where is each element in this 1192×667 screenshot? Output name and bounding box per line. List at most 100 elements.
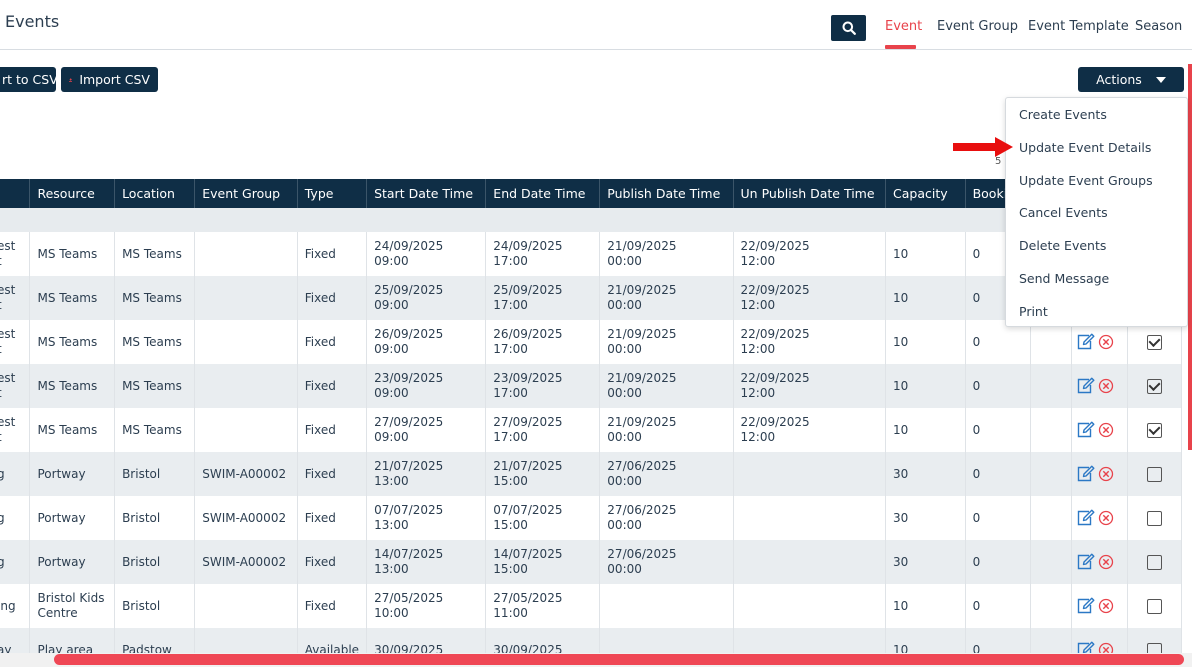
menu-item-print[interactable]: Print — [1019, 304, 1048, 319]
col-end-date-time-cell: 27/09/2025 17:00 — [485, 408, 601, 452]
search-button[interactable] — [831, 15, 866, 41]
col-capacity-header[interactable]: Capacity — [885, 179, 966, 208]
col-extra-cell — [1030, 408, 1072, 452]
edit-icon[interactable] — [1076, 421, 1095, 439]
top-bar: Events Event Event Group Event Template … — [0, 0, 1192, 50]
col-end-date-time-header[interactable]: End Date Time — [485, 179, 601, 208]
cancel-icon[interactable] — [1098, 510, 1114, 526]
col-start-date-time-line: 14/07/2025 — [374, 547, 444, 561]
cancel-icon[interactable] — [1098, 334, 1114, 350]
col-publish-date-time-header[interactable]: Publish Date Time — [599, 179, 734, 208]
col-unpublish-date-time-header[interactable]: Un Publish Date Time — [733, 179, 887, 208]
col-publish-date-time-line: 00:00 — [607, 342, 642, 356]
col-bookings-cell: 0 — [965, 496, 1032, 540]
col-capacity-cell: 10 — [885, 276, 966, 320]
export-csv-button[interactable]: rt to CSV — [0, 67, 58, 92]
col-location-header[interactable]: Location — [114, 179, 196, 208]
col-end-date-time-line: 17:00 — [493, 386, 528, 400]
col-publish-date-time-cell: 21/09/2025 00:00 — [599, 320, 734, 364]
edit-icon[interactable] — [1076, 465, 1095, 483]
tab-event-template[interactable]: Event Template — [1028, 19, 1129, 34]
row-select-checkbox[interactable] — [1147, 334, 1163, 350]
menu-item-update-event-details[interactable]: Update Event Details — [1019, 140, 1151, 155]
col-unpublish-date-time-cell: 22/09/2025 12:00 — [733, 320, 887, 364]
col-resource-header[interactable]: Resource — [29, 179, 116, 208]
col-resource-cell: MS Teams — [29, 320, 116, 364]
col-end-date-time-line: 07/07/2025 — [493, 503, 563, 517]
col-end-date-time-line: 17:00 — [493, 430, 528, 444]
cancel-icon[interactable] — [1098, 466, 1114, 482]
col-name-line: t — [0, 254, 22, 269]
col-capacity-cell: 10 — [885, 232, 966, 276]
col-resource-cell: Bristol Kids Centre — [29, 584, 116, 628]
col-type-cell: Fixed — [297, 232, 368, 276]
col-event-group-cell — [194, 364, 298, 408]
col-name-cell: estt — [0, 364, 31, 408]
col-name-cell: estt — [0, 276, 31, 320]
col-publish-date-time-line: 00:00 — [607, 298, 642, 312]
horizontal-scrollbar-thumb[interactable] — [54, 654, 1184, 665]
col-unpublish-date-time-line: 22/09/2025 — [740, 239, 810, 253]
row-select-checkbox[interactable] — [1147, 554, 1163, 570]
col-unpublish-date-time-cell — [733, 496, 887, 540]
row-select-checkbox[interactable] — [1147, 378, 1163, 394]
col-publish-date-time-cell: 21/09/2025 00:00 — [599, 276, 734, 320]
cancel-icon[interactable] — [1098, 554, 1114, 570]
edit-icon[interactable] — [1076, 377, 1095, 395]
col-start-date-time-line: 24/09/2025 — [374, 239, 444, 253]
row-actions-cell — [1071, 452, 1129, 496]
col-start-date-time-header[interactable]: Start Date Time — [366, 179, 487, 208]
col-type-cell: Fixed — [297, 276, 368, 320]
col-start-date-time-cell: 07/07/2025 13:00 — [366, 496, 487, 540]
col-name-header — [0, 179, 31, 208]
actions-button[interactable]: Actions — [1078, 67, 1184, 92]
col-name-cell: estt — [0, 320, 31, 364]
col-location-cell: MS Teams — [114, 320, 196, 364]
menu-item-update-event-groups[interactable]: Update Event Groups — [1019, 173, 1153, 188]
menu-item-cancel-events[interactable]: Cancel Events — [1019, 205, 1108, 220]
col-start-date-time-cell: 27/09/2025 09:00 — [366, 408, 487, 452]
col-unpublish-date-time-line: 22/09/2025 — [740, 415, 810, 429]
col-end-date-time-line: 11:00 — [493, 606, 528, 620]
menu-item-delete-events[interactable]: Delete Events — [1019, 238, 1106, 253]
col-unpublish-date-time-line: 12:00 — [740, 254, 776, 268]
col-publish-date-time-cell: 21/09/2025 00:00 — [599, 232, 734, 276]
tab-season[interactable]: Season — [1135, 19, 1182, 34]
cancel-icon[interactable] — [1098, 598, 1114, 614]
col-name-line: t — [0, 430, 22, 445]
col-start-date-time-line: 27/05/2025 — [374, 591, 444, 605]
col-publish-date-time-line: 27/06/2025 — [607, 547, 677, 561]
col-unpublish-date-time-cell — [733, 452, 887, 496]
col-location-cell: Bristol — [114, 584, 196, 628]
col-capacity-cell: 30 — [885, 496, 966, 540]
row-select-checkbox[interactable] — [1147, 598, 1163, 614]
import-csv-button[interactable]: Import CSV — [61, 67, 158, 92]
tab-event[interactable]: Event — [885, 19, 922, 34]
cancel-icon[interactable] — [1098, 422, 1114, 438]
col-end-date-time-cell: 24/09/2025 17:00 — [485, 232, 601, 276]
col-event-group-header[interactable]: Event Group — [194, 179, 298, 208]
menu-item-send-message[interactable]: Send Message — [1019, 271, 1109, 286]
col-name-cell: ing — [0, 584, 31, 628]
edit-icon[interactable] — [1076, 333, 1095, 351]
edit-icon[interactable] — [1076, 553, 1095, 571]
col-name-line: est — [0, 239, 16, 253]
row-select-checkbox[interactable] — [1147, 466, 1163, 482]
tab-event-group[interactable]: Event Group — [937, 19, 1018, 34]
active-tab-indicator — [885, 45, 916, 49]
cancel-icon[interactable] — [1098, 378, 1114, 394]
col-type-cell: Fixed — [297, 540, 368, 584]
col-event-group-cell — [194, 320, 298, 364]
col-resource-cell: Portway — [29, 496, 116, 540]
row-select-checkbox[interactable] — [1147, 510, 1163, 526]
chevron-down-icon — [1155, 76, 1166, 83]
edit-icon[interactable] — [1076, 597, 1095, 615]
col-type-header[interactable]: Type — [297, 179, 368, 208]
row-actions-cell — [1071, 496, 1129, 540]
col-start-date-time-line: 26/09/2025 — [374, 327, 444, 341]
edit-icon[interactable] — [1076, 509, 1095, 527]
row-select-checkbox[interactable] — [1147, 422, 1163, 438]
table-row: gPortwayBristolSWIM-A00002Fixed14/07/202… — [0, 540, 1182, 584]
menu-item-create-events[interactable]: Create Events — [1019, 107, 1107, 122]
col-location-cell: MS Teams — [114, 408, 196, 452]
